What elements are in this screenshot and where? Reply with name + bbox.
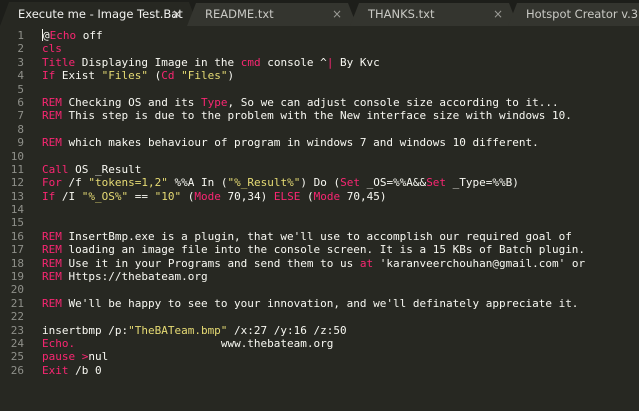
line-number: 22 [10,310,24,324]
code-line: REM loading an image file into the conso… [42,243,586,257]
line-number: 26 [10,363,24,377]
tab-execute-me[interactable]: Execute me - Image Test.Bat × [0,2,198,26]
line-number: 18 [10,256,24,270]
line-number: 15 [10,216,24,230]
tab-thanks[interactable]: THANKS.txt × [350,3,518,26]
code-line: If Exist "Files" (Cd "Files") [42,69,235,83]
line-number: 13 [10,189,24,203]
code-line: For /f "tokens=1,2" %%A In ("%_Result%")… [42,176,519,190]
tab-hotspot-creator[interactable]: Hotspot Creator v.3 [508,3,639,26]
close-icon[interactable]: × [493,3,503,26]
line-number: 17 [10,243,24,257]
line-number: 9 [17,136,24,150]
line-number: 16 [10,229,24,243]
tab-bar: Execute me - Image Test.Bat × README.txt… [0,0,639,26]
code-line: REM which makes behaviour of program in … [42,136,539,150]
code-area[interactable]: @Echo off cls Title Displaying Image in … [42,29,639,377]
line-number: 24 [10,336,24,350]
code-line: pause >nul [42,350,109,364]
line-number: 5 [17,82,24,96]
code-line: @Echo off [42,29,103,42]
code-line: insertbmp /p:"TheBATeam.bmp" /x:27 /y:16… [42,323,347,337]
code-line: Call OS _Result [42,162,142,176]
close-icon[interactable]: × [172,2,182,26]
line-number: 6 [17,95,24,109]
close-icon[interactable]: × [332,3,342,26]
line-number: 19 [10,270,24,284]
line-number: 4 [17,69,24,83]
line-number: 10 [10,149,24,163]
tab-label: Hotspot Creator v.3 [526,7,639,21]
code-editor[interactable]: 1 2 3 4 5 6 7 8 9 10 11 12 13 14 15 16 1… [0,26,639,411]
code-line: If /I "%_OS%" == "10" (Mode 70,34) ELSE … [42,189,387,203]
line-number: 21 [10,296,24,310]
code-line: REM This step is due to the problem with… [42,109,572,123]
tab-readme[interactable]: README.txt × [187,3,357,26]
line-number: 8 [17,122,24,136]
code-line: REM Https://thebateam.org [42,270,208,284]
line-number: 2 [17,42,24,56]
code-line: REM Use it in your Programs and send the… [42,256,586,270]
line-number: 20 [10,283,24,297]
tab-label: THANKS.txt [368,7,435,21]
code-line: Title Displaying Image in the cmd consol… [42,55,380,69]
line-number: 7 [17,109,24,123]
tab-label: Execute me - Image Test.Bat [18,7,183,21]
line-number: 23 [10,323,24,337]
code-line: cls [42,42,62,56]
code-line: REM We'll be happy to see to your innova… [42,296,579,310]
line-number: 14 [10,203,24,217]
line-number: 3 [17,55,24,69]
code-line: REM Checking OS and its Type, So we can … [42,95,559,109]
editor-window: Execute me - Image Test.Bat × README.txt… [0,0,639,411]
line-number: 1 [17,29,24,42]
line-number: 12 [10,176,24,190]
line-number: 25 [10,350,24,364]
line-number-gutter: 1 2 3 4 5 6 7 8 9 10 11 12 13 14 15 16 1… [0,29,24,377]
code-line: REM InsertBmp.exe is a plugin, that we'l… [42,229,572,243]
line-number: 11 [10,162,24,176]
tab-label: README.txt [205,7,274,21]
code-line: Exit /b 0 [42,363,102,377]
code-line: Echo. www.thebateam.org [42,336,334,350]
